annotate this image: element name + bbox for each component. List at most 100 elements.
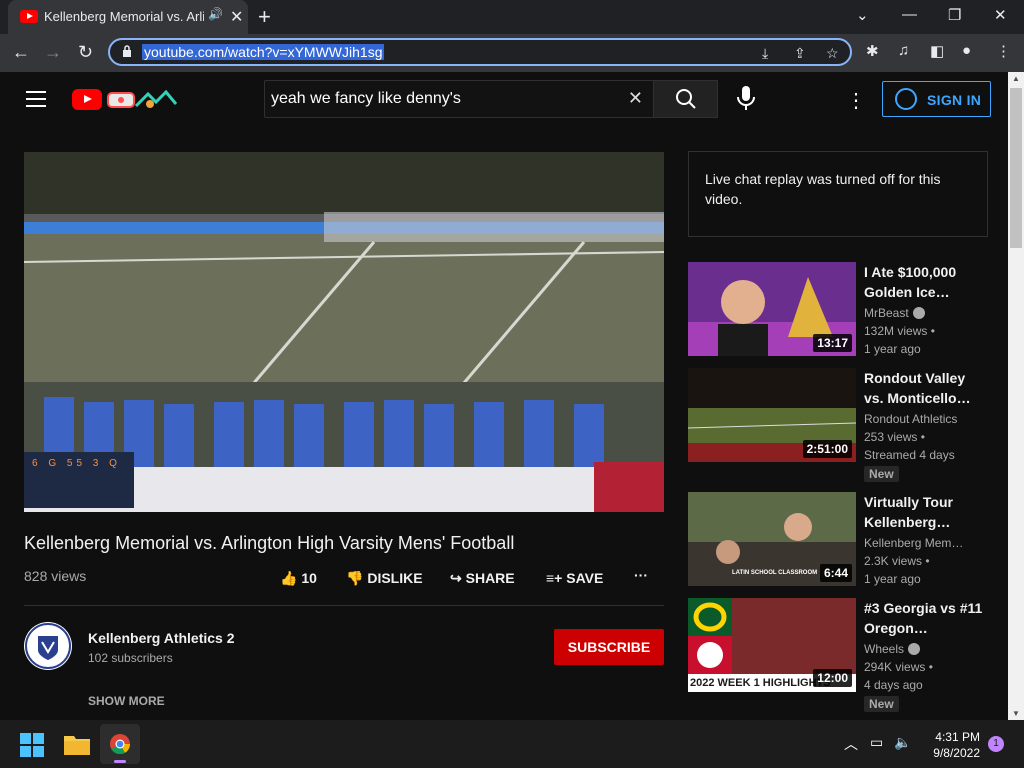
- microphone-icon[interactable]: [734, 84, 758, 112]
- speaker-icon[interactable]: 🔊: [208, 7, 223, 21]
- video-title[interactable]: I Ate $100,000 Golden Ice…: [864, 262, 984, 302]
- share-button[interactable]: ↪ SHARE: [450, 570, 515, 587]
- scrollbar-thumb[interactable]: [1010, 88, 1022, 248]
- thumbnail-caption: 2022 WEEK 1 HIGHLIGHTS: [690, 677, 831, 689]
- clock-time: 4:31 PM: [935, 730, 980, 744]
- show-more-button[interactable]: SHOW MORE: [88, 694, 165, 708]
- channel-name[interactable]: Rondout Athletics: [864, 412, 957, 426]
- subscribe-button[interactable]: SUBSCRIBE: [554, 629, 664, 665]
- upload-age: 4 days ago: [864, 678, 923, 692]
- video-duration: 12:00: [813, 669, 852, 687]
- search-box[interactable]: yeah we fancy like denny's ✕: [264, 80, 654, 118]
- volume-icon[interactable]: 🔈: [894, 734, 911, 751]
- like-button[interactable]: 👍 10: [280, 570, 317, 587]
- settings-more-icon[interactable]: ⋮: [846, 88, 866, 113]
- share-arrow-icon: ↪: [450, 570, 462, 586]
- thumbnail-caption: LATIN SCHOOL CLASSROOM: [732, 570, 818, 576]
- scroll-down-arrow-icon[interactable]: ▼: [1012, 709, 1020, 718]
- address-bar[interactable]: youtube.com/watch?v=xYMWWJih1sg ⤓ ⇪ ☆: [108, 38, 852, 66]
- school-crest-icon: [25, 623, 71, 669]
- save-button[interactable]: ≡+ SAVE: [546, 570, 603, 586]
- live-chat-panel: Live chat replay was turned off for this…: [688, 151, 988, 237]
- restore-button[interactable]: ❐: [948, 6, 961, 24]
- channel-name[interactable]: MrBeast: [864, 306, 925, 320]
- recommended-video[interactable]: 13:17 I Ate $100,000 Golden Ice… MrBeast…: [688, 262, 1008, 362]
- recommended-video[interactable]: LATIN SCHOOL CLASSROOM 6:44 Virtually To…: [688, 492, 1008, 592]
- browser-toolbar: ← → ↻ youtube.com/watch?v=xYMWWJih1sg ⤓ …: [0, 34, 1024, 72]
- verified-check-icon: [908, 643, 921, 655]
- divider: [24, 605, 664, 606]
- windows-start-icon[interactable]: [20, 733, 44, 757]
- view-count: 132M views •: [864, 324, 935, 338]
- clock-date: 9/8/2022: [933, 746, 980, 760]
- recommended-video[interactable]: 2022 WEEK 1 HIGHLIGHTS 12:00 #3 Georgia …: [688, 598, 1008, 712]
- forward-arrow-icon[interactable]: →: [44, 42, 62, 63]
- video-thumbnail[interactable]: 2022 WEEK 1 HIGHLIGHTS 12:00: [688, 598, 856, 692]
- media-control-icon[interactable]: ♫: [898, 42, 909, 59]
- more-actions-icon[interactable]: ···: [634, 567, 648, 583]
- dislike-button[interactable]: 👎 DISLIKE: [346, 570, 423, 587]
- back-arrow-icon[interactable]: ←: [12, 42, 30, 63]
- scroll-up-arrow-icon[interactable]: ▲: [1012, 74, 1020, 83]
- upload-age: 1 year ago: [864, 342, 921, 356]
- channel-avatar[interactable]: [24, 622, 72, 670]
- channel-name[interactable]: Kellenberg Athletics 2: [88, 630, 235, 646]
- clear-search-icon[interactable]: ✕: [628, 88, 643, 109]
- video-thumbnail[interactable]: 13:17: [688, 262, 856, 356]
- browser-menu-icon[interactable]: ⋮: [996, 42, 1011, 60]
- new-tab-button[interactable]: +: [258, 4, 271, 30]
- side-panel-icon[interactable]: ◧: [930, 42, 944, 60]
- install-app-icon[interactable]: ⤓: [762, 45, 768, 62]
- channel-name[interactable]: Wheels: [864, 642, 921, 656]
- profile-icon[interactable]: ●: [962, 42, 971, 59]
- close-tab-icon[interactable]: ✕: [230, 7, 243, 27]
- search-icon: [676, 89, 696, 109]
- page-scrollbar[interactable]: ▲ ▼: [1008, 72, 1024, 720]
- thumbs-down-icon: 👎: [346, 570, 364, 586]
- share-page-icon[interactable]: ⇪: [794, 45, 806, 62]
- video-player[interactable]: 6 G 55 3 Q: [24, 152, 664, 512]
- youtube-favicon-icon: [20, 10, 38, 23]
- network-icon[interactable]: ▭: [870, 734, 883, 751]
- upload-age: Streamed 4 days: [864, 448, 955, 462]
- chrome-taskbar-button[interactable]: [100, 724, 140, 764]
- like-count: 10: [301, 570, 317, 586]
- subscriber-count: 102 subscribers: [88, 651, 173, 665]
- video-thumbnail[interactable]: LATIN SCHOOL CLASSROOM 6:44: [688, 492, 856, 586]
- notification-badge[interactable]: 1: [988, 736, 1004, 752]
- search-input[interactable]: yeah we fancy like denny's: [271, 90, 461, 108]
- browser-tab[interactable]: Kellenberg Memorial vs. Arlin 🔊 ✕: [8, 0, 248, 34]
- minimize-button[interactable]: —: [902, 6, 917, 23]
- windows-taskbar: ︿ ▭ 🔈: [0, 720, 1024, 768]
- new-badge: New: [864, 466, 899, 482]
- video-title[interactable]: Virtually Tour Kellenberg…: [864, 492, 984, 532]
- view-count: 828 views: [24, 568, 87, 584]
- tab-title: Kellenberg Memorial vs. Arlin: [44, 9, 204, 24]
- video-thumbnail[interactable]: 2:51:00: [688, 368, 856, 462]
- video-duration: 13:17: [813, 334, 852, 352]
- chat-disabled-message: Live chat replay was turned off for this…: [705, 171, 941, 207]
- youtube-header: yeah we fancy like denny's ✕ ⋮ SIGN IN: [0, 72, 1008, 128]
- youtube-doodle-logo[interactable]: [106, 88, 178, 112]
- new-badge: New: [864, 696, 899, 712]
- youtube-logo-icon[interactable]: [72, 89, 102, 110]
- url-text[interactable]: youtube.com/watch?v=xYMWWJih1sg: [142, 44, 385, 60]
- lock-icon: [123, 45, 131, 57]
- tab-search-icon[interactable]: ⌄: [856, 6, 869, 24]
- file-explorer-icon[interactable]: [64, 733, 90, 755]
- chevron-up-icon[interactable]: ︿: [844, 734, 858, 754]
- reload-icon[interactable]: ↻: [78, 42, 93, 63]
- close-window-button[interactable]: ✕: [994, 6, 1007, 24]
- hamburger-menu-icon[interactable]: [26, 91, 46, 107]
- extensions-puzzle-icon[interactable]: ✱: [866, 42, 879, 60]
- recommended-video[interactable]: 2:51:00 Rondout Valley vs. Monticello… R…: [688, 368, 1008, 482]
- bookmark-star-icon[interactable]: ☆: [826, 45, 839, 62]
- system-clock[interactable]: 4:31 PM 9/8/2022: [920, 729, 980, 761]
- video-title[interactable]: #3 Georgia vs #11 Oregon…: [864, 598, 984, 638]
- search-button[interactable]: [654, 80, 718, 118]
- channel-name[interactable]: Kellenberg Mem…: [864, 536, 963, 550]
- active-indicator: [114, 760, 126, 763]
- view-count: 253 views •: [864, 430, 925, 444]
- sign-in-button[interactable]: SIGN IN: [882, 81, 991, 117]
- video-title[interactable]: Rondout Valley vs. Monticello…: [864, 368, 984, 408]
